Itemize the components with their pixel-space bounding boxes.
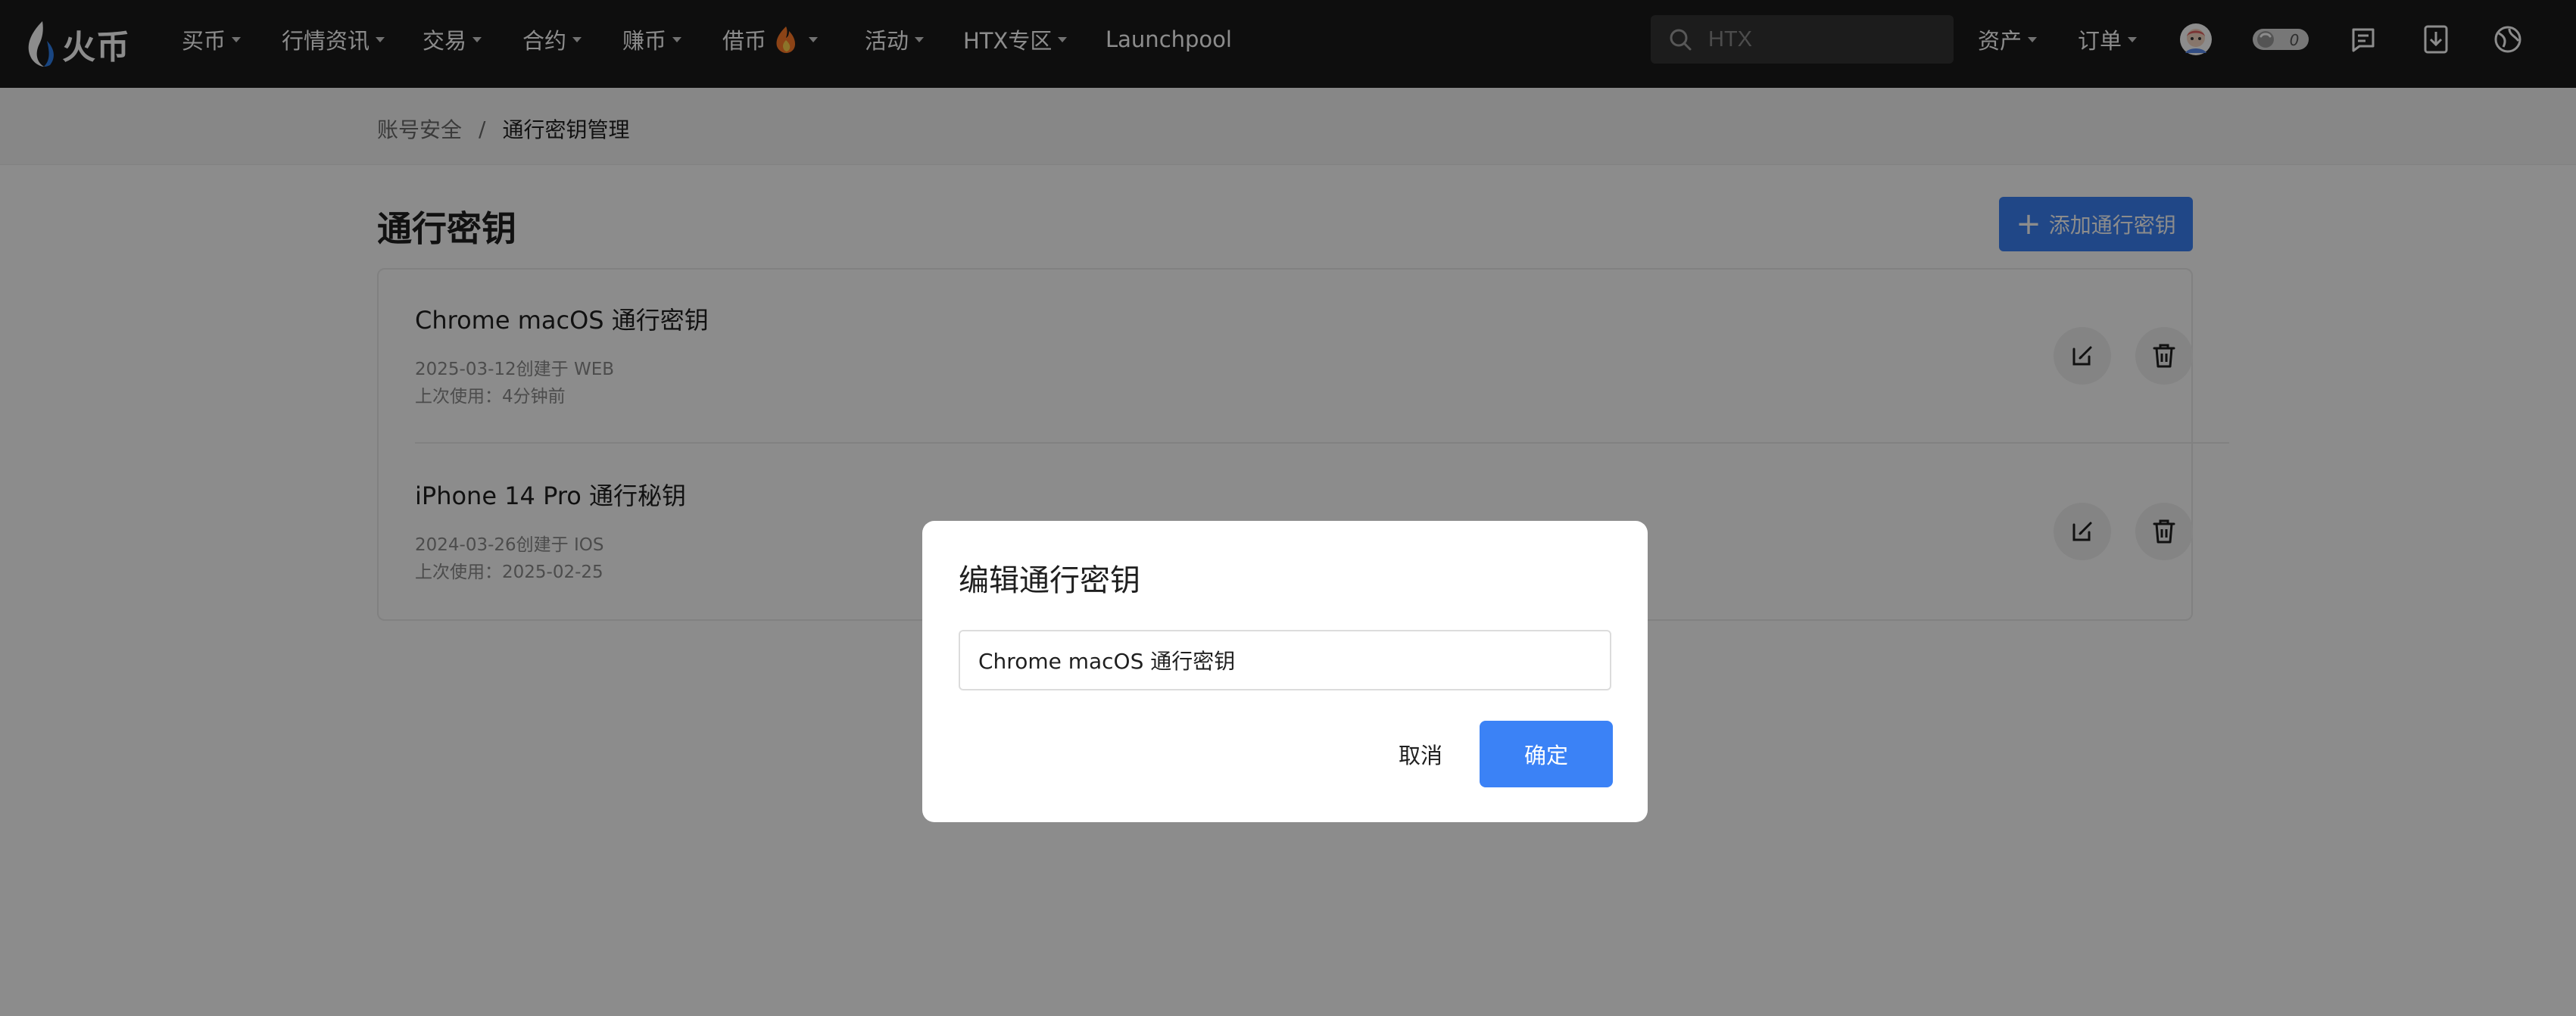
confirm-button[interactable]: 确定 [1480,721,1613,787]
modal-title: 编辑通行密钥 [959,563,1140,598]
cancel-button[interactable]: 取消 [1368,721,1474,787]
passkey-name-input[interactable] [959,630,1611,690]
modal-overlay[interactable] [0,0,2576,1016]
edit-passkey-modal: 编辑通行密钥 取消 确定 [922,521,1648,822]
